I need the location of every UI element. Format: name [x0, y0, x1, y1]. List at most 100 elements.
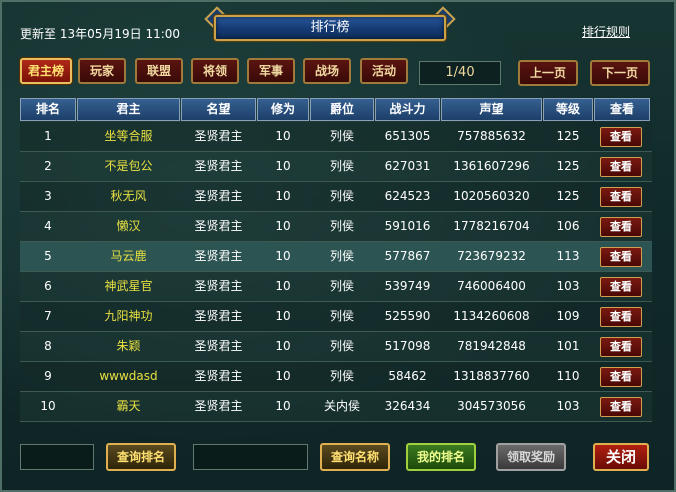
claim-reward-button[interactable]: 领取奖励 — [496, 443, 566, 471]
cell-monarch-name: 不是包公 — [104, 159, 153, 173]
cell-monarch-name: 秋无风 — [110, 189, 147, 203]
view-button[interactable]: 查看 — [600, 157, 642, 177]
cell-power: 326434 — [384, 399, 431, 413]
cell-power: 58462 — [388, 369, 427, 383]
col-header-view: 查看 — [594, 98, 650, 121]
my-rank-button[interactable]: 我的排名 — [406, 443, 476, 471]
col-header-monarch: 君主 — [77, 98, 180, 121]
table-row[interactable]: 8 朱颖 圣贤君主 10 列侯 517098 781942848 101 查看 — [20, 332, 652, 362]
tab-general[interactable]: 将领 — [191, 58, 239, 84]
table-row[interactable]: 3 秋无风 圣贤君主 10 列侯 624523 1020560320 125 查… — [20, 182, 652, 212]
cell-level: 110 — [556, 369, 580, 383]
cell-rank: 8 — [44, 339, 52, 353]
cell-level: 101 — [556, 339, 580, 353]
cell-cultivation: 10 — [275, 189, 291, 203]
cell-rank: 3 — [44, 189, 52, 203]
tab-military[interactable]: 军事 — [247, 58, 295, 84]
cell-fame: 圣贤君主 — [194, 369, 243, 383]
view-button[interactable]: 查看 — [600, 307, 642, 327]
table-header-row: 排名 君主 名望 修为 爵位 战斗力 声望 等级 查看 — [20, 98, 652, 122]
search-name-button[interactable]: 查询名称 — [320, 443, 390, 471]
next-page-button[interactable]: 下一页 — [590, 60, 650, 86]
cell-rank: 9 — [44, 369, 52, 383]
cell-cultivation: 10 — [275, 309, 291, 323]
view-button[interactable]: 查看 — [600, 397, 642, 417]
col-header-power: 战斗力 — [375, 98, 440, 121]
view-button[interactable]: 查看 — [600, 277, 642, 297]
cell-prestige: 757885632 — [457, 129, 526, 143]
table-row[interactable]: 4 懒汉 圣贤君主 10 列侯 591016 1778216704 106 查看 — [20, 212, 652, 242]
col-header-title: 爵位 — [310, 98, 374, 121]
ranking-table: 排名 君主 名望 修为 爵位 战斗力 声望 等级 查看 1 坐等合服 圣贤君主 … — [20, 98, 652, 422]
cell-title: 列侯 — [329, 129, 354, 143]
col-header-cultivation: 修为 — [257, 98, 309, 121]
table-row[interactable]: 6 神武星官 圣贤君主 10 列侯 539749 746006400 103 查… — [20, 272, 652, 302]
cell-power: 517098 — [384, 339, 431, 353]
tab-monarch-ranking[interactable]: 君主榜 — [20, 58, 72, 84]
cell-cultivation: 10 — [275, 399, 291, 413]
cell-cultivation: 10 — [275, 339, 291, 353]
leaderboard-panel: 排行榜 更新至 13年05月19日 11:00 排行规则 君主榜 玩家 联盟 将… — [0, 0, 676, 492]
cell-prestige: 304573056 — [457, 399, 526, 413]
cell-monarch-name: 神武星官 — [104, 279, 153, 293]
prev-page-button[interactable]: 上一页 — [518, 60, 578, 86]
view-button[interactable]: 查看 — [600, 367, 642, 387]
cell-monarch-name: 懒汉 — [116, 219, 141, 233]
cell-rank: 4 — [44, 219, 52, 233]
cell-cultivation: 10 — [275, 129, 291, 143]
tab-battlefield[interactable]: 战场 — [303, 58, 351, 84]
cell-prestige: 723679232 — [457, 249, 526, 263]
name-search-input[interactable] — [193, 444, 308, 470]
cell-power: 577867 — [384, 249, 431, 263]
cell-title: 列侯 — [329, 249, 354, 263]
cell-power: 651305 — [384, 129, 431, 143]
view-button[interactable]: 查看 — [600, 187, 642, 207]
cell-cultivation: 10 — [275, 159, 291, 173]
cell-monarch-name: 坐等合服 — [104, 129, 153, 143]
cell-power: 624523 — [384, 189, 431, 203]
cell-prestige: 1778216704 — [453, 219, 530, 233]
table-row[interactable]: 7 九阳神功 圣贤君主 10 列侯 525590 1134260608 109 … — [20, 302, 652, 332]
table-row[interactable]: 10 霸天 圣贤君主 10 关内侯 326434 304573056 103 查… — [20, 392, 652, 422]
cell-title: 列侯 — [329, 369, 354, 383]
cell-monarch-name: 朱颖 — [116, 339, 141, 353]
col-header-prestige: 声望 — [441, 98, 542, 121]
table-row[interactable]: 2 不是包公 圣贤君主 10 列侯 627031 1361607296 125 … — [20, 152, 652, 182]
col-header-rank: 排名 — [20, 98, 76, 121]
cell-fame: 圣贤君主 — [194, 159, 243, 173]
cell-level: 103 — [556, 279, 580, 293]
cell-fame: 圣贤君主 — [194, 219, 243, 233]
view-button[interactable]: 查看 — [600, 127, 642, 147]
col-header-fame: 名望 — [181, 98, 256, 121]
cell-title: 列侯 — [329, 159, 354, 173]
cell-title: 列侯 — [329, 219, 354, 233]
table-row[interactable]: 1 坐等合服 圣贤君主 10 列侯 651305 757885632 125 查… — [20, 122, 652, 152]
ranking-rules-link[interactable]: 排行规则 — [582, 23, 630, 40]
cell-title: 列侯 — [329, 339, 354, 353]
tab-event[interactable]: 活动 — [360, 58, 408, 84]
table-row[interactable]: 5 马云鹿 圣贤君主 10 列侯 577867 723679232 113 查看 — [20, 242, 652, 272]
view-button[interactable]: 查看 — [600, 337, 642, 357]
cell-fame: 圣贤君主 — [194, 339, 243, 353]
rank-search-input[interactable] — [20, 444, 94, 470]
table-row[interactable]: 9 wwwdasd 圣贤君主 10 列侯 58462 1318837760 11… — [20, 362, 652, 392]
tab-alliance[interactable]: 联盟 — [135, 58, 183, 84]
cell-prestige: 1020560320 — [453, 189, 530, 203]
cell-fame: 圣贤君主 — [194, 129, 243, 143]
cell-level: 106 — [556, 219, 580, 233]
tab-player[interactable]: 玩家 — [78, 58, 126, 84]
cell-title: 列侯 — [329, 279, 354, 293]
panel-title: 排行榜 — [214, 15, 446, 41]
view-button[interactable]: 查看 — [600, 247, 642, 267]
view-button[interactable]: 查看 — [600, 217, 642, 237]
cell-rank: 5 — [44, 249, 52, 263]
cell-power: 539749 — [384, 279, 431, 293]
cell-level: 109 — [556, 309, 580, 323]
cell-rank: 6 — [44, 279, 52, 293]
cell-title: 列侯 — [329, 189, 354, 203]
search-rank-button[interactable]: 查询排名 — [106, 443, 176, 471]
cell-fame: 圣贤君主 — [194, 249, 243, 263]
cell-monarch-name: 霸天 — [116, 399, 141, 413]
close-button[interactable]: 关闭 — [593, 443, 649, 471]
cell-cultivation: 10 — [275, 369, 291, 383]
